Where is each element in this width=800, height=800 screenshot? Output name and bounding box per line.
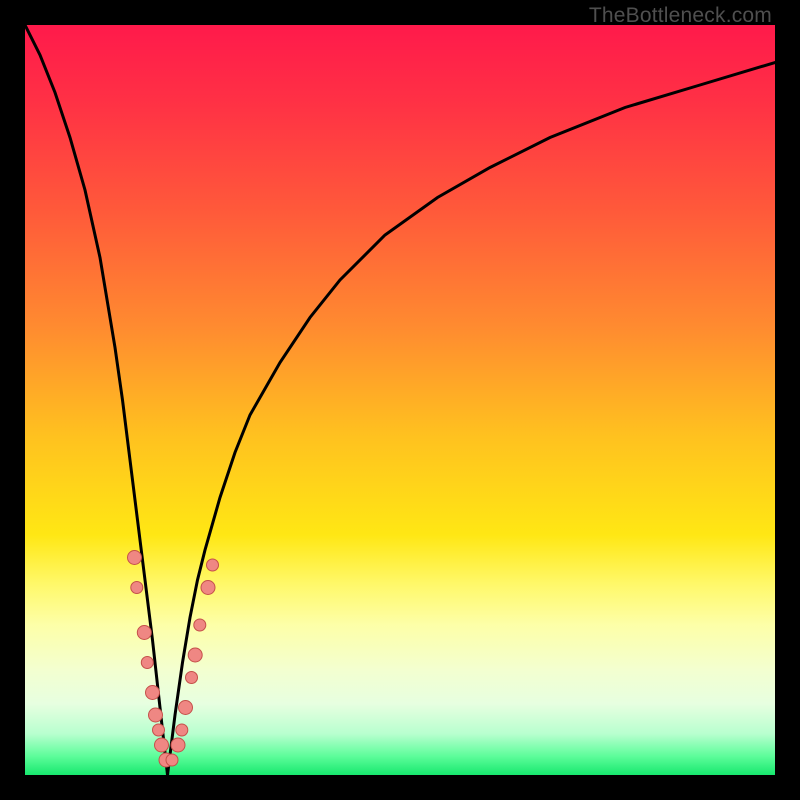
bottleneck-curve (25, 25, 775, 775)
data-marker (128, 551, 142, 565)
watermark-text: TheBottleneck.com (589, 4, 772, 28)
data-marker (201, 581, 215, 595)
data-marker (155, 738, 169, 752)
chart-svg (25, 25, 775, 775)
data-marker (149, 708, 163, 722)
data-marker (207, 559, 219, 571)
data-marker (171, 738, 185, 752)
data-marker (153, 724, 165, 736)
data-marker (186, 672, 198, 684)
data-marker (194, 619, 206, 631)
data-marker (179, 701, 193, 715)
data-marker (188, 648, 202, 662)
data-marker (131, 582, 143, 594)
data-marker (146, 686, 160, 700)
data-marker (166, 754, 178, 766)
data-marker (176, 724, 188, 736)
data-marker (141, 657, 153, 669)
plot-area (25, 25, 775, 775)
data-marker (137, 626, 151, 640)
chart-frame: TheBottleneck.com (0, 0, 800, 800)
